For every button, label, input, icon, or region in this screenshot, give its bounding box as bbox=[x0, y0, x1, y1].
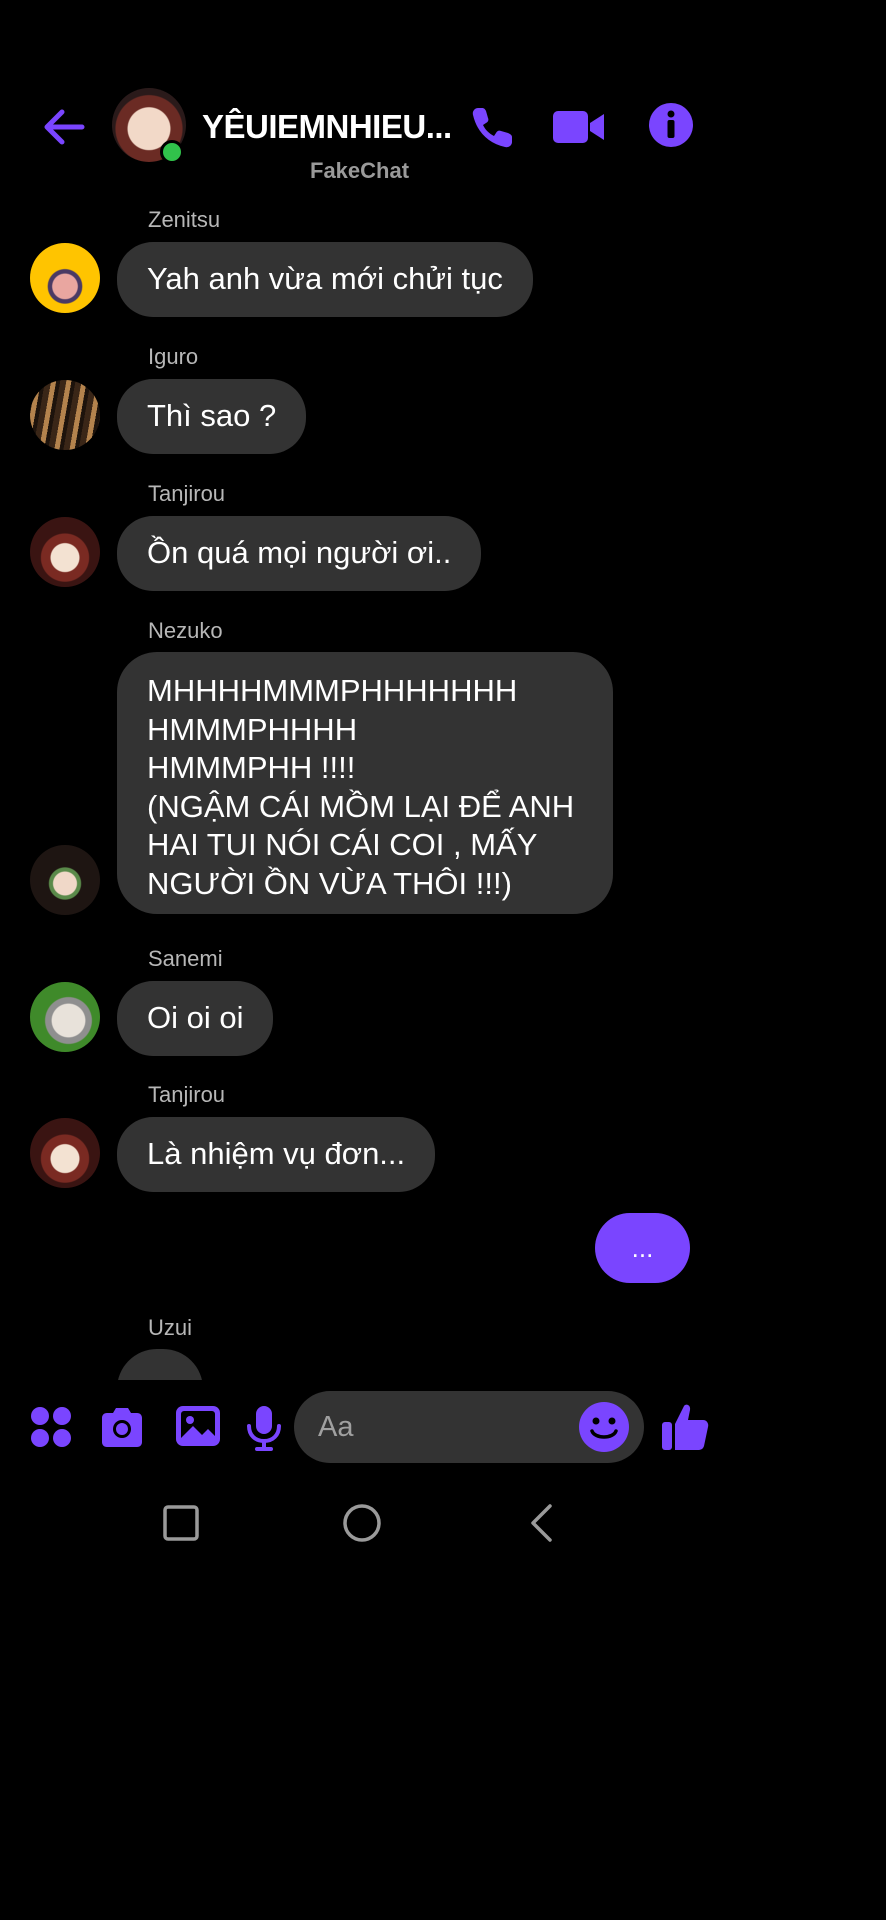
message-line: NGƯỜI ỒN VỪA THÔI !!!) bbox=[147, 865, 512, 901]
chat-title[interactable]: YÊUIEMNHIEU... bbox=[202, 108, 452, 146]
system-navigation-bar bbox=[0, 1480, 724, 1568]
message-text: Là nhiệm vụ đơn... bbox=[147, 1136, 406, 1171]
chat-subtitle: FakeChat bbox=[310, 158, 410, 183]
chat-header: YÊUIEMNHIEU... FakeChat bbox=[0, 80, 724, 190]
outgoing-typing-bubble[interactable]: ... bbox=[595, 1213, 690, 1283]
message-bubble[interactable]: Oi oi oi bbox=[117, 981, 274, 1056]
sender-name: Iguro bbox=[148, 344, 199, 369]
recent-apps-icon[interactable] bbox=[156, 1498, 206, 1548]
message-line: HMMMPHH !!!! bbox=[147, 750, 356, 785]
thumbs-up-icon[interactable] bbox=[660, 1402, 710, 1452]
sender-avatar[interactable] bbox=[30, 380, 100, 450]
info-icon[interactable] bbox=[648, 102, 694, 148]
microphone-icon[interactable] bbox=[240, 1404, 288, 1452]
apps-grid-icon[interactable] bbox=[28, 1404, 76, 1452]
message-input[interactable] bbox=[318, 1409, 568, 1445]
sender-avatar[interactable] bbox=[30, 1118, 100, 1188]
sender-name: Sanemi bbox=[148, 946, 223, 971]
online-status-indicator bbox=[160, 140, 184, 164]
sender-avatar[interactable] bbox=[30, 243, 100, 313]
sender-avatar[interactable] bbox=[30, 517, 100, 587]
phone-icon[interactable] bbox=[468, 102, 518, 152]
sender-name: Uzui bbox=[148, 1315, 193, 1340]
sender-name: Nezuko bbox=[148, 618, 223, 643]
emoji-icon[interactable] bbox=[578, 1401, 630, 1453]
camera-icon[interactable] bbox=[98, 1404, 146, 1452]
message-text: Oi oi oi bbox=[147, 1000, 244, 1035]
sender-avatar[interactable] bbox=[30, 845, 100, 915]
video-camera-icon[interactable] bbox=[552, 102, 606, 152]
message-bubble[interactable]: Yah anh vừa mới chửi tục bbox=[117, 242, 533, 317]
message-composer bbox=[0, 1380, 724, 1480]
sender-name: Zenitsu bbox=[148, 207, 221, 232]
back-nav-icon[interactable] bbox=[518, 1498, 568, 1548]
image-icon[interactable] bbox=[174, 1402, 222, 1450]
sender-name: Tanjirou bbox=[148, 481, 226, 506]
message-text: Thì sao ? bbox=[147, 398, 277, 433]
back-arrow-icon[interactable] bbox=[38, 102, 88, 152]
message-line: MHHHHMMMPHHHHHHH bbox=[147, 673, 518, 708]
message-text: Ồn quá mọi người ơi.. bbox=[147, 535, 452, 570]
message-bubble[interactable]: Thì sao ? bbox=[117, 379, 307, 454]
message-line: (NGẬM CÁI MỒM LẠI ĐỂ ANH bbox=[147, 788, 575, 824]
home-icon[interactable] bbox=[337, 1498, 387, 1548]
message-input-container bbox=[294, 1391, 644, 1463]
message-line: HAI TUI NÓI CÁI COI , MẤY bbox=[147, 827, 538, 862]
message-bubble[interactable]: MHHHHMMMPHHHHHHH HMMMPHHHH HMMMPHH !!!! … bbox=[117, 652, 613, 914]
message-bubble[interactable]: Là nhiệm vụ đơn... bbox=[117, 1117, 436, 1192]
message-text: Yah anh vừa mới chửi tục bbox=[147, 261, 503, 296]
message-line: HMMMPHHHH bbox=[147, 711, 358, 747]
message-bubble[interactable]: Ồn quá mọi người ơi.. bbox=[117, 516, 482, 591]
sender-name: Tanjirou bbox=[148, 1082, 226, 1107]
sender-avatar[interactable] bbox=[30, 982, 100, 1052]
